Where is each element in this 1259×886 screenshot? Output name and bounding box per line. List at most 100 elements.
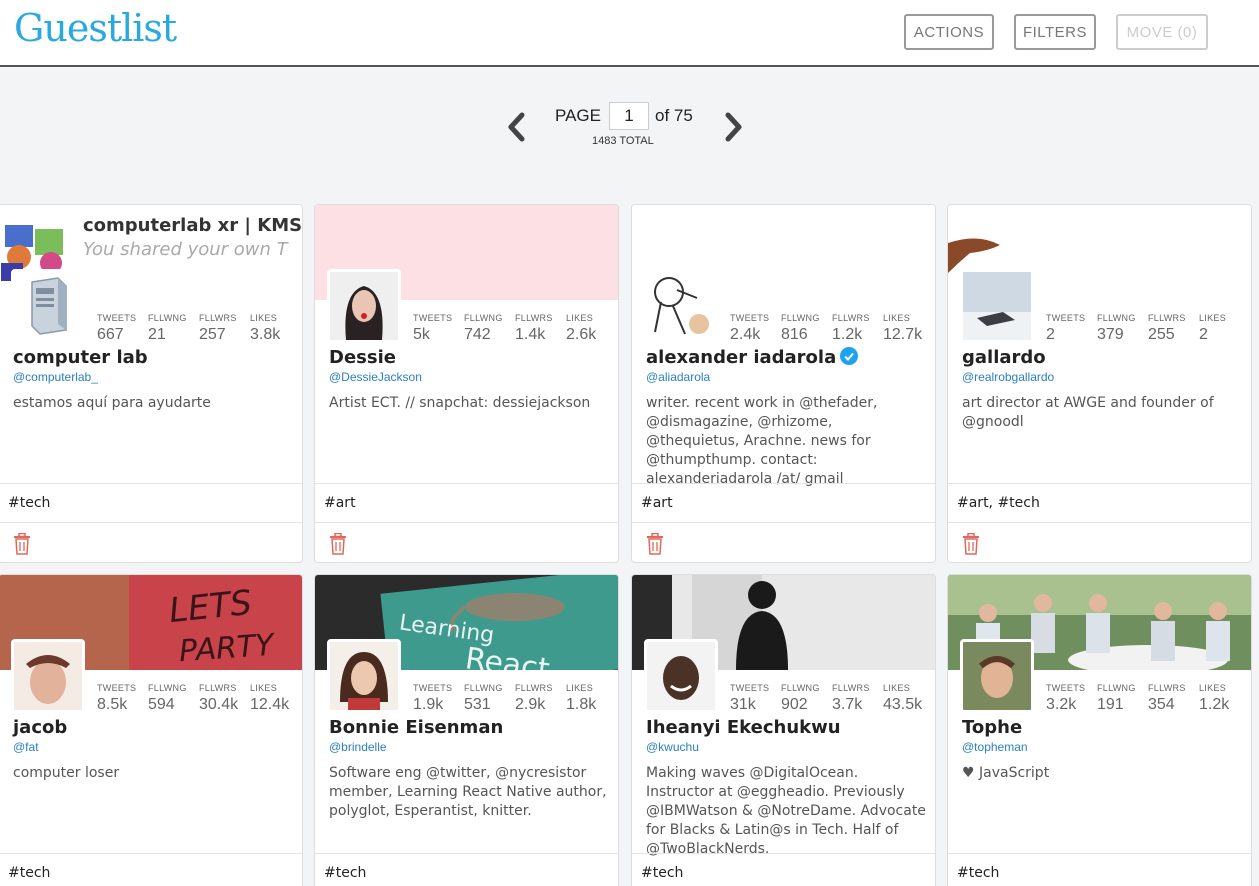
filters-button[interactable]: FILTERS	[1014, 14, 1096, 50]
trash-icon[interactable]	[646, 533, 664, 555]
guest-bio: writer. recent work in @thefader, @disma…	[646, 395, 878, 487]
followers-label: FLLWRS	[199, 683, 237, 693]
guest-tags[interactable]: #tech	[0, 483, 302, 523]
followers-count: 3.7k	[832, 696, 863, 713]
avatar[interactable]	[327, 269, 401, 343]
tweets-label: TWEETS	[97, 683, 137, 693]
page-label: PAGE	[555, 106, 601, 125]
guest-handle[interactable]: @DessieJackson	[329, 370, 422, 384]
trash-icon[interactable]	[329, 533, 347, 555]
stats-row: TWEETS 1.9k FLLWNG 531 FLLWRS 2.9k LIKES 1.8…	[413, 683, 617, 714]
following-count: 902	[781, 696, 808, 713]
chevron-right-icon[interactable]	[723, 112, 745, 142]
following-label: FLLWNG	[464, 313, 503, 323]
following-count: 816	[781, 326, 808, 343]
likes-label: LIKES	[250, 313, 278, 323]
tweets-count: 2.4k	[730, 326, 761, 343]
tweets-count: 3.2k	[1046, 696, 1077, 713]
followers-count: 30.4k	[199, 696, 239, 713]
app-logo[interactable]: Guestlist	[14, 6, 177, 50]
guest-tags[interactable]: #tech	[315, 853, 618, 886]
guest-handle[interactable]: @computerlab_	[13, 370, 98, 384]
following-count: 594	[148, 696, 175, 713]
avatar[interactable]	[11, 639, 85, 713]
avatar[interactable]	[644, 639, 718, 713]
guest-card[interactable]: TWEETS 2 FLLWNG 379 FLLWRS 255 LIKES 2 galla…	[947, 204, 1252, 563]
following-label: FLLWNG	[148, 683, 187, 693]
tweets-label: TWEETS	[413, 683, 453, 693]
following-label: FLLWNG	[1097, 683, 1136, 693]
following-label: FLLWNG	[781, 683, 820, 693]
stats-row: TWEETS 5k FLLWNG 742 FLLWRS 1.4k LIKES 2.6k	[413, 313, 617, 344]
guest-tags[interactable]: #tech	[632, 853, 935, 886]
guest-bio: computer loser	[13, 765, 120, 781]
avatar[interactable]	[960, 269, 1034, 343]
guest-tags[interactable]: #tech	[948, 853, 1251, 886]
snow-photo-image	[963, 272, 1031, 340]
followers-count: 354	[1148, 696, 1175, 713]
stats-row: TWEETS 31k FLLWNG 902 FLLWRS 3.7k LIKES 43.5…	[730, 683, 934, 714]
followers-count: 1.2k	[832, 326, 863, 343]
page-number-input[interactable]: 1	[609, 102, 649, 130]
guest-tags[interactable]: #art	[315, 483, 618, 523]
stats-row: TWEETS 667 FLLWNG 21 FLLWRS 257 LIKES 3.8k	[97, 313, 301, 344]
portrait-image	[647, 642, 715, 710]
guest-card[interactable]: Learning React TWEETS 1.9k FLLWNG 531 FLLW…	[314, 574, 619, 886]
followers-count: 255	[1148, 326, 1175, 343]
move-button[interactable]: MOVE (0)	[1116, 14, 1208, 50]
guest-handle[interactable]: @aliadarola	[646, 370, 710, 384]
tweets-count: 2	[1046, 326, 1055, 343]
guest-handle[interactable]: @kwuchu	[646, 740, 699, 754]
following-count: 742	[464, 326, 491, 343]
guest-card[interactable]: TWEETS 5k FLLWNG 742 FLLWRS 1.4k LIKES 2.6k …	[314, 204, 619, 563]
following-label: FLLWNG	[148, 313, 187, 323]
portrait-image	[330, 642, 398, 710]
stats-row: TWEETS 2.4k FLLWNG 816 FLLWRS 1.2k LIKES 12.…	[730, 313, 934, 344]
guest-bio: art director at AWGE and founder of @gno…	[962, 395, 1214, 430]
guest-handle[interactable]: @fat	[13, 740, 39, 754]
avatar[interactable]	[960, 639, 1034, 713]
guest-name: Iheanyi Ekechukwu	[646, 717, 841, 738]
guest-name: Bonnie Eisenman	[329, 717, 504, 738]
guest-tags[interactable]: #art, #tech	[948, 483, 1251, 523]
following-count: 379	[1097, 326, 1124, 343]
guest-bio: Artist ECT. // snapchat: dessiejackson	[329, 395, 591, 411]
guest-name-text: alexander iadarola	[646, 347, 837, 368]
stats-row: TWEETS 8.5k FLLWNG 594 FLLWRS 30.4k LIKES 12…	[97, 683, 301, 714]
guest-handle[interactable]: @realrobgallardo	[962, 370, 1054, 384]
guest-tags[interactable]: #art	[632, 483, 935, 523]
banner-text: LETS	[167, 582, 254, 632]
followers-label: FLLWRS	[1148, 683, 1186, 693]
guest-card[interactable]: TWEETS 31k FLLWNG 902 FLLWRS 3.7k LIKES 43.5…	[631, 574, 936, 886]
tweets-label: TWEETS	[730, 683, 770, 693]
guest-handle[interactable]: @topheman	[962, 740, 1028, 754]
app-header: Guestlist ACTIONS FILTERS MOVE (0)	[0, 0, 1259, 67]
avatar[interactable]	[11, 269, 85, 343]
pagination: PAGE 1 of 75 1483 TOTAL	[500, 102, 760, 152]
chevron-left-icon[interactable]	[505, 112, 527, 142]
total-count: 1483 TOTAL	[592, 135, 654, 147]
following-label: FLLWNG	[1097, 313, 1136, 323]
guest-name: computer lab	[13, 347, 148, 368]
guest-handle[interactable]: @brindelle	[329, 740, 387, 754]
trash-icon[interactable]	[962, 533, 980, 555]
guest-tags[interactable]: #tech	[0, 853, 302, 886]
likes-count: 2.6k	[566, 326, 597, 343]
avatar[interactable]	[327, 639, 401, 713]
likes-count: 12.7k	[883, 326, 923, 343]
tweets-count: 8.5k	[97, 696, 128, 713]
avatar[interactable]	[644, 269, 718, 343]
likes-label: LIKES	[883, 683, 911, 693]
tweets-count: 5k	[413, 326, 430, 343]
guest-card[interactable]: LETS PARTY TWEETS 8.5k FLLWNG 594 FLLWRS 30…	[0, 574, 303, 886]
followers-label: FLLWRS	[515, 313, 553, 323]
tweets-label: TWEETS	[97, 313, 137, 323]
page-count: of 75	[655, 106, 693, 125]
verified-badge-icon	[840, 347, 859, 365]
portrait-image	[963, 642, 1031, 710]
actions-button[interactable]: ACTIONS	[904, 14, 994, 50]
guest-card[interactable]: TWEETS 2.4k FLLWNG 816 FLLWRS 1.2k LIKES 12.…	[631, 204, 936, 563]
guest-card[interactable]: computerlab xr | KMS You shared your own…	[0, 204, 303, 563]
trash-icon[interactable]	[13, 533, 31, 555]
guest-card[interactable]: TWEETS 3.2k FLLWNG 191 FLLWRS 354 LIKES 1.2k…	[947, 574, 1252, 886]
